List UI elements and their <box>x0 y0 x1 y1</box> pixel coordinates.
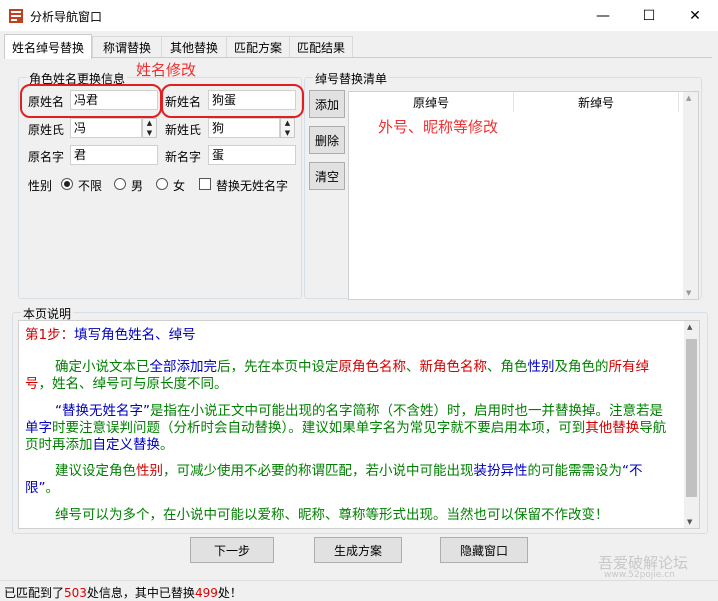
tab-title-replace[interactable]: 称谓替换 <box>92 36 162 57</box>
new-given-label: 新名字 <box>165 150 202 164</box>
minimize-icon: — <box>596 7 610 24</box>
status-replaced-count: 499 <box>194 586 218 600</box>
nickname-list-scrollbar[interactable]: ▲ ▼ <box>683 92 698 299</box>
step-heading: 第1步：填写角色姓名、绰号 <box>25 327 675 344</box>
scroll-up-icon: ▲ <box>686 94 692 102</box>
orig-surname-label: 原姓氏 <box>28 123 65 137</box>
p3-segment: 的可能需需设为 <box>527 463 623 479</box>
gender-any-label: 不限 <box>78 179 103 193</box>
tab-name-nickname[interactable]: 姓名绰号替换 <box>4 34 92 59</box>
orig-surname-spinner[interactable]: ▲ ▼ <box>142 118 157 138</box>
desc-paragraph-2: “替换无姓名字”是指在小说正文中可能出现的名字简称（不含姓）时，启用时也一并替换… <box>25 403 675 454</box>
nickname-group-legend: 绰号替换清单 <box>313 70 390 87</box>
p2-segment: 其他替换 <box>585 420 640 436</box>
gender-female-label: 女 <box>173 179 186 193</box>
col-new-nickname[interactable]: 新绰号 <box>514 92 679 112</box>
status-middle: 处信息，其中已替换 <box>86 586 195 600</box>
scroll-up-icon: ▲ <box>687 323 693 331</box>
next-step-button[interactable]: 下一步 <box>190 537 274 563</box>
desc-paragraph-4: 绰号可以为多个，在小说中可能以爱称、昵称、尊称等形式出现。当然也可以保留不作改变… <box>25 507 675 524</box>
status-prefix: 已匹配到了 <box>4 586 65 600</box>
p2-segment: 是指在小说正文中可能出现的名字简称（不含姓）时，启用时也一并替换掉。注意若是 <box>150 403 663 419</box>
app-icon <box>8 8 24 24</box>
p3-segment: 装扮异性 <box>473 463 528 479</box>
new-surname-spinner[interactable]: ▲ ▼ <box>280 118 295 138</box>
title-bar: 分析导航窗口 — ☐ ✕ <box>0 0 718 31</box>
desc-paragraph-3: 建议设定角色性别，可减少使用不必要的称谓匹配，若小说中可能出现装扮异性的可能需需… <box>25 463 675 497</box>
p2-segment: “替换无姓名字” <box>55 403 150 419</box>
step-prefix: 第1步： <box>25 327 75 343</box>
gender-any-radio[interactable] <box>61 178 73 190</box>
p1-segment: 及角色的 <box>554 359 609 375</box>
name-highlight-oval-right <box>161 84 304 118</box>
add-nickname-button[interactable]: 添加 <box>309 90 345 118</box>
step-text: 填写角色姓名、绰号 <box>74 327 196 343</box>
spin-up-icon: ▲ <box>146 119 153 127</box>
delete-nickname-button[interactable]: 删除 <box>309 126 345 154</box>
p2-segment: 单字 <box>25 420 52 436</box>
generate-plan-button[interactable]: 生成方案 <box>314 537 402 563</box>
new-given-input[interactable]: 蛋 <box>208 145 296 165</box>
maximize-icon: ☐ <box>642 7 656 24</box>
p1-segment: 后，先在本页中设定 <box>217 359 339 375</box>
hide-window-button[interactable]: 隐藏窗口 <box>440 537 528 563</box>
maximize-button[interactable]: ☐ <box>626 0 672 31</box>
status-matched-count: 503 <box>64 586 87 600</box>
name-highlight-oval-left <box>20 84 162 118</box>
p4-segment: 绰号可以为多个，在小说中可能以爱称、昵称、尊称等形式出现。当然也可以保留不作改变… <box>55 507 609 523</box>
p3-segment: 。 <box>45 480 60 496</box>
replace-no-surname-label: 替换无姓名字 <box>216 179 289 193</box>
p3-segment: 建议设定角色 <box>55 463 136 479</box>
orig-surname-input[interactable]: 冯 <box>70 118 142 138</box>
new-surname-label: 新姓氏 <box>165 123 202 137</box>
spin-down-icon: ▼ <box>284 129 291 137</box>
desc-paragraph-1: 确定小说文本已全部添加完后，先在本页中设定原角色名称、新角色名称、角色性别及角色… <box>25 359 675 393</box>
p1-segment: 、 <box>406 359 420 375</box>
p1-segment: ，姓名、绰号可与原长度不同。 <box>38 376 228 392</box>
gender-male-radio[interactable] <box>114 178 126 190</box>
status-text: 已匹配到了503处信息，其中已替换499处！ <box>4 584 242 601</box>
close-icon: ✕ <box>689 7 701 24</box>
p2-segment: 自定义替换 <box>92 437 161 453</box>
col-orig-nickname[interactable]: 原绰号 <box>349 92 514 112</box>
close-button[interactable]: ✕ <box>672 0 718 31</box>
p1-segment: 全部添加完 <box>149 359 218 375</box>
description-textbox[interactable]: 第1步：填写角色姓名、绰号 确定小说文本已全部添加完后，先在本页中设定原角色名称… <box>18 320 700 529</box>
tab-other-replace[interactable]: 其他替换 <box>161 36 227 57</box>
status-suffix: 处！ <box>217 586 242 600</box>
orig-given-input[interactable]: 君 <box>70 145 158 165</box>
scroll-down-icon: ▼ <box>687 518 693 526</box>
gender-label: 性别 <box>28 179 53 193</box>
p1-segment: 新角色名称 <box>419 359 488 375</box>
p3-segment: ，可减少使用不必要的称谓匹配，若小说中可能出现 <box>163 463 474 479</box>
name-edit-annotation: 姓名修改 <box>136 61 197 79</box>
tab-match-result[interactable]: 匹配结果 <box>289 36 353 57</box>
p3-segment: 性别 <box>136 463 163 479</box>
gender-female-radio[interactable] <box>156 178 168 190</box>
p2-segment: 时要注意误判问题（分析时会自动替换）。建议如果单字名为常见字就不要启用本项，可到 <box>52 420 586 436</box>
minimize-button[interactable]: — <box>580 0 626 31</box>
scroll-thumb[interactable] <box>686 339 697 497</box>
replace-no-surname-checkbox[interactable] <box>199 178 211 190</box>
p1-segment: 确定小说文本已 <box>55 359 150 375</box>
spin-down-icon: ▼ <box>146 129 153 137</box>
window-title: 分析导航窗口 <box>30 10 103 24</box>
tab-match-plan[interactable]: 匹配方案 <box>226 36 290 57</box>
clear-nickname-button[interactable]: 清空 <box>309 162 345 190</box>
new-surname-input[interactable]: 狗 <box>208 118 280 138</box>
spin-up-icon: ▲ <box>284 119 291 127</box>
p1-segment: 原角色名称 <box>338 359 407 375</box>
description-scrollbar[interactable]: ▲ ▼ <box>684 321 699 528</box>
watermark-url: www.52pojie.cn <box>604 570 675 580</box>
gender-male-label: 男 <box>131 179 144 193</box>
p1-segment: 性别 <box>527 359 555 375</box>
nickname-edit-annotation: 外号、昵称等修改 <box>378 118 499 136</box>
status-bar: 已匹配到了503处信息，其中已替换499处！ <box>0 580 718 601</box>
p2-segment: 。 <box>160 437 174 453</box>
p1-segment: 、角色 <box>487 359 528 375</box>
orig-given-label: 原名字 <box>28 150 65 164</box>
scroll-down-icon: ▼ <box>686 289 692 297</box>
